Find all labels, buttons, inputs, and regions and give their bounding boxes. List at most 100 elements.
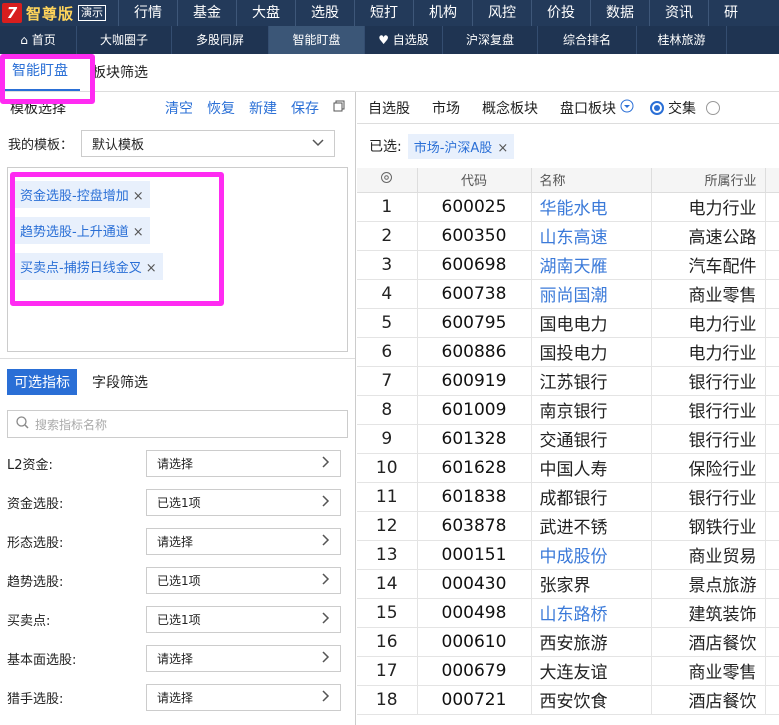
copy-icon[interactable] — [333, 100, 345, 116]
table-row[interactable]: 13 000151 中成股份 商业贸易 — [357, 540, 779, 570]
filter-select[interactable]: 请选择 — [146, 684, 341, 711]
template-select[interactable]: 默认模板 — [81, 130, 336, 157]
stock-name[interactable]: 山东高速 — [531, 221, 652, 251]
dropdown-icon[interactable] — [620, 99, 634, 117]
stock-name[interactable]: 江苏银行 — [531, 366, 652, 396]
table-row[interactable]: 15 000498 山东路桥 建筑装饰 — [357, 598, 779, 628]
stock-name[interactable]: 成都银行 — [531, 482, 652, 512]
new-button[interactable]: 新建 — [249, 98, 277, 118]
stock-name[interactable]: 交通银行 — [531, 424, 652, 454]
save-button[interactable]: 保存 — [291, 98, 319, 118]
field-filter-tab[interactable]: 字段筛选 — [85, 369, 155, 395]
settings-icon[interactable] — [357, 168, 418, 193]
col-industry[interactable]: 所属行业 — [651, 168, 766, 193]
tab-concept-sector[interactable]: 概念板块 — [471, 98, 549, 118]
stock-name[interactable]: 南京银行 — [531, 395, 652, 425]
stock-name[interactable]: 湖南天雁 — [531, 250, 652, 280]
table-row[interactable]: 7 600919 江苏银行 银行行业 — [357, 366, 779, 396]
close-icon[interactable]: × — [133, 189, 144, 204]
logo-mark: 7 — [2, 3, 22, 23]
menu-item[interactable]: 短打 — [354, 0, 413, 26]
menu-item[interactable]: 选股 — [295, 0, 354, 26]
filter-row: 猎手选股: 请选择 — [0, 678, 355, 717]
stock-name[interactable]: 山东路桥 — [531, 598, 652, 628]
stock-name[interactable]: 国投电力 — [531, 337, 652, 367]
table-row[interactable]: 16 000610 西安旅游 酒店餐饮 — [357, 627, 779, 657]
table-row[interactable]: 4 600738 丽尚国潮 商业零售 — [357, 279, 779, 309]
table-row[interactable]: 6 600886 国投电力 电力行业 — [357, 337, 779, 367]
available-indicators-tab[interactable]: 可选指标 — [7, 369, 77, 395]
table-row[interactable]: 5 600795 国电电力 电力行业 — [357, 308, 779, 338]
tab-3[interactable]: 智能盯盘 — [269, 26, 365, 54]
tab-0[interactable]: ⌂ 首页 — [0, 26, 77, 54]
stock-name[interactable]: 张家界 — [531, 569, 652, 599]
filter-select[interactable]: 请选择 — [146, 450, 341, 477]
filter-select[interactable]: 已选1项 — [146, 606, 341, 633]
intersection-radio[interactable]: 交集 — [650, 98, 696, 118]
indicator-search[interactable]: 搜索指标名称 — [7, 410, 348, 438]
subtab-smart-watch[interactable]: 智能盯盘 — [0, 53, 80, 91]
stock-name[interactable]: 西安旅游 — [531, 627, 652, 657]
stock-name[interactable]: 西安饮食 — [531, 685, 652, 715]
close-icon[interactable]: × — [133, 225, 144, 240]
table-row[interactable]: 9 601328 交通银行 银行行业 — [357, 424, 779, 454]
tab-2[interactable]: 多股同屏 — [172, 26, 269, 54]
close-icon[interactable]: × — [497, 141, 508, 156]
menu-item[interactable]: 价投 — [531, 0, 590, 26]
tab-7[interactable]: 桂林旅游 — [637, 26, 727, 54]
row-index: 9 — [357, 424, 418, 454]
tab-4[interactable]: ♥ 自选股 — [365, 26, 443, 54]
table-row[interactable]: 17 000679 大连友谊 商业零售 — [357, 656, 779, 686]
tab-board-sector[interactable]: 盘口板块 — [549, 98, 620, 118]
selected-tags-box: 资金选股-控盘增加 × 趋势选股-上升通道 × 买卖点-捕捞日线金叉 × — [7, 167, 348, 352]
menu-item[interactable]: 研 — [708, 0, 753, 26]
table-row[interactable]: 3 600698 湖南天雁 汽车配件 — [357, 250, 779, 280]
col-name[interactable]: 名称 — [531, 168, 652, 193]
tag-label: 趋势选股-上升通道 — [20, 225, 129, 240]
stock-name[interactable]: 武进不锈 — [531, 511, 652, 541]
menu-item[interactable]: 行情 — [118, 0, 177, 26]
stock-name[interactable]: 中成股份 — [531, 540, 652, 570]
restore-button[interactable]: 恢复 — [207, 98, 235, 118]
stock-name[interactable]: 中国人寿 — [531, 453, 652, 483]
tab-1[interactable]: 大咖圈子 — [77, 26, 172, 54]
filter-select[interactable]: 已选1项 — [146, 489, 341, 516]
search-input[interactable]: 搜索指标名称 — [35, 416, 107, 433]
filter-select[interactable]: 已选1项 — [146, 567, 341, 594]
table-row[interactable]: 11 601838 成都银行 银行行业 — [357, 482, 779, 512]
table-row[interactable]: 12 603878 武进不锈 钢铁行业 — [357, 511, 779, 541]
table-row[interactable]: 2 600350 山东高速 高速公路 — [357, 221, 779, 251]
radio-partial[interactable] — [706, 100, 720, 115]
menu-item[interactable]: 大盘 — [236, 0, 295, 26]
tab-5[interactable]: 沪深复盘 — [443, 26, 538, 54]
table-row[interactable]: 10 601628 中国人寿 保险行业 — [357, 453, 779, 483]
stock-name[interactable]: 大连友谊 — [531, 656, 652, 686]
tab-watchlist[interactable]: 自选股 — [357, 98, 421, 118]
row-extra — [765, 308, 779, 338]
menu-item[interactable]: 基金 — [177, 0, 236, 26]
table-row[interactable]: 1 600025 华能水电 电力行业 — [357, 192, 779, 222]
clear-button[interactable]: 清空 — [165, 98, 193, 118]
close-icon[interactable]: × — [146, 261, 157, 276]
stock-code: 000679 — [417, 656, 532, 686]
selected-label: 已选: — [369, 139, 402, 155]
table-row[interactable]: 8 601009 南京银行 银行行业 — [357, 395, 779, 425]
col-code[interactable]: 代码 — [417, 168, 532, 193]
stock-name[interactable]: 丽尚国潮 — [531, 279, 652, 309]
tab-6[interactable]: 综合排名 — [538, 26, 637, 54]
filter-select[interactable]: 请选择 — [146, 645, 341, 672]
stock-name[interactable]: 国电电力 — [531, 308, 652, 338]
filter-row: 形态选股: 请选择 — [0, 522, 355, 561]
tab-label: 大咖圈子 — [99, 33, 148, 47]
menu-item[interactable]: 资讯 — [649, 0, 708, 26]
chevron-right-icon — [322, 573, 330, 588]
stock-name[interactable]: 华能水电 — [531, 192, 652, 222]
menu-item[interactable]: 风控 — [472, 0, 531, 26]
menu-item[interactable]: 机构 — [413, 0, 472, 26]
filter-select[interactable]: 请选择 — [146, 528, 341, 555]
subtab-sector-filter[interactable]: 板块筛选 — [80, 55, 160, 91]
menu-item[interactable]: 数据 — [590, 0, 649, 26]
table-row[interactable]: 18 000721 西安饮食 酒店餐饮 — [357, 685, 779, 715]
table-row[interactable]: 14 000430 张家界 景点旅游 — [357, 569, 779, 599]
tab-market[interactable]: 市场 — [421, 98, 471, 118]
